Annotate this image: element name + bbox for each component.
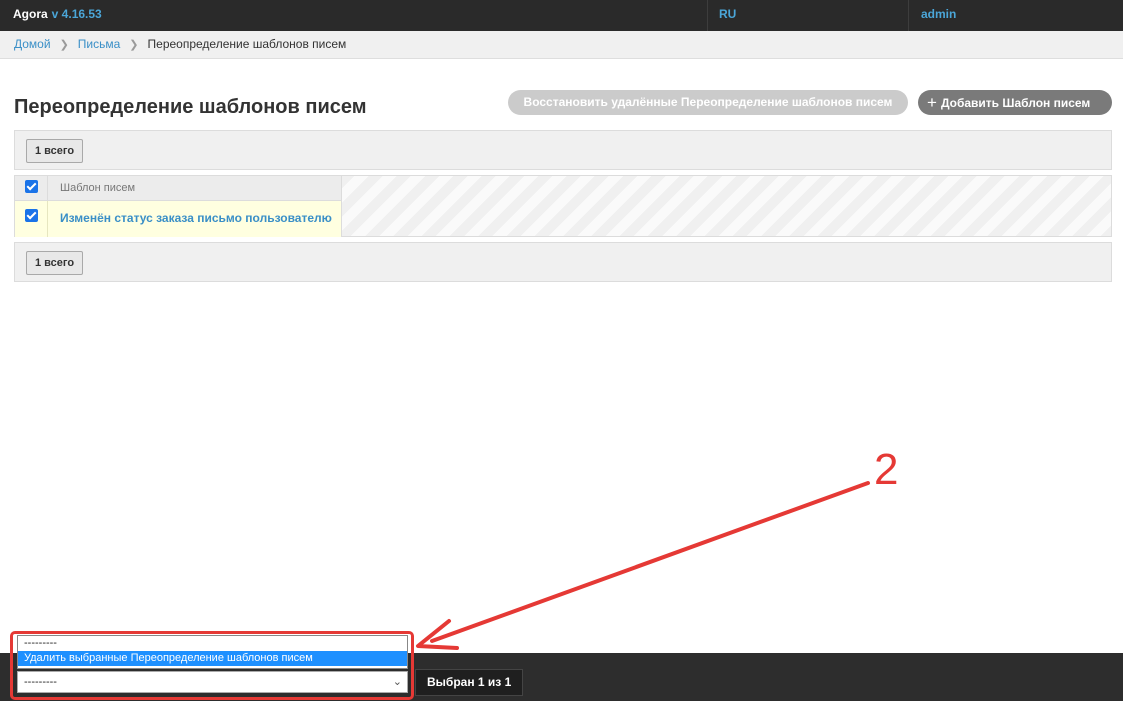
user-menu[interactable]: admin — [921, 0, 956, 29]
table-row: Изменён статус заказа письмо пользовател… — [15, 201, 342, 237]
brand[interactable]: Agora v 4.16.53 — [13, 0, 102, 31]
select-all-cell — [15, 176, 48, 201]
language-switcher[interactable]: RU — [719, 0, 736, 29]
column-header-template[interactable]: Шаблон писем — [60, 176, 135, 201]
selected-count: Выбран 1 из 1 — [415, 669, 524, 696]
add-template-button[interactable]: + Добавить Шаблон писем — [918, 90, 1112, 115]
select-all-checkbox[interactable] — [25, 180, 38, 193]
breadcrumb: Домой ❯ Письма ❯ Переопределение шаблонов пи… — [0, 31, 1123, 59]
results-table: Шаблон писем Изменён статус заказа письм… — [14, 175, 1112, 237]
annotation-step-number: 2 — [874, 445, 899, 494]
total-count-button[interactable]: 1 всего — [26, 139, 84, 163]
row-title-link[interactable]: Изменён статус заказа письмо пользовател… — [60, 201, 332, 235]
total-count-button[interactable]: 1 всего — [26, 251, 84, 275]
table-header: Шаблон писем — [15, 176, 342, 201]
add-template-label: Добавить Шаблон писем — [940, 96, 1091, 110]
page-title: Переопределение шаблонов писем — [14, 96, 367, 118]
restore-deleted-button[interactable]: Восстановить удалённые Переопределение ш… — [508, 90, 908, 115]
paginator-top: 1 всего — [14, 130, 1112, 170]
annotation-highlight-box — [10, 631, 414, 700]
row-checkbox[interactable] — [25, 209, 38, 222]
plus-icon: + — [927, 93, 937, 112]
breadcrumb-home[interactable]: Домой — [14, 37, 51, 51]
chevron-right-icon: ❯ — [129, 39, 139, 51]
app-name: Agora — [13, 7, 48, 21]
navbar-divider — [908, 0, 909, 31]
breadcrumb-current: Переопределение шаблонов писем — [147, 37, 347, 51]
chevron-right-icon: ❯ — [59, 39, 69, 51]
breadcrumb-letters[interactable]: Письма — [78, 37, 121, 51]
top-navbar: Agora v 4.16.53 RU admin — [0, 0, 1123, 31]
navbar-divider — [707, 0, 708, 31]
paginator-bottom: 1 всего — [14, 242, 1112, 282]
row-check-cell — [15, 201, 48, 237]
app-version: v 4.16.53 — [51, 7, 102, 21]
